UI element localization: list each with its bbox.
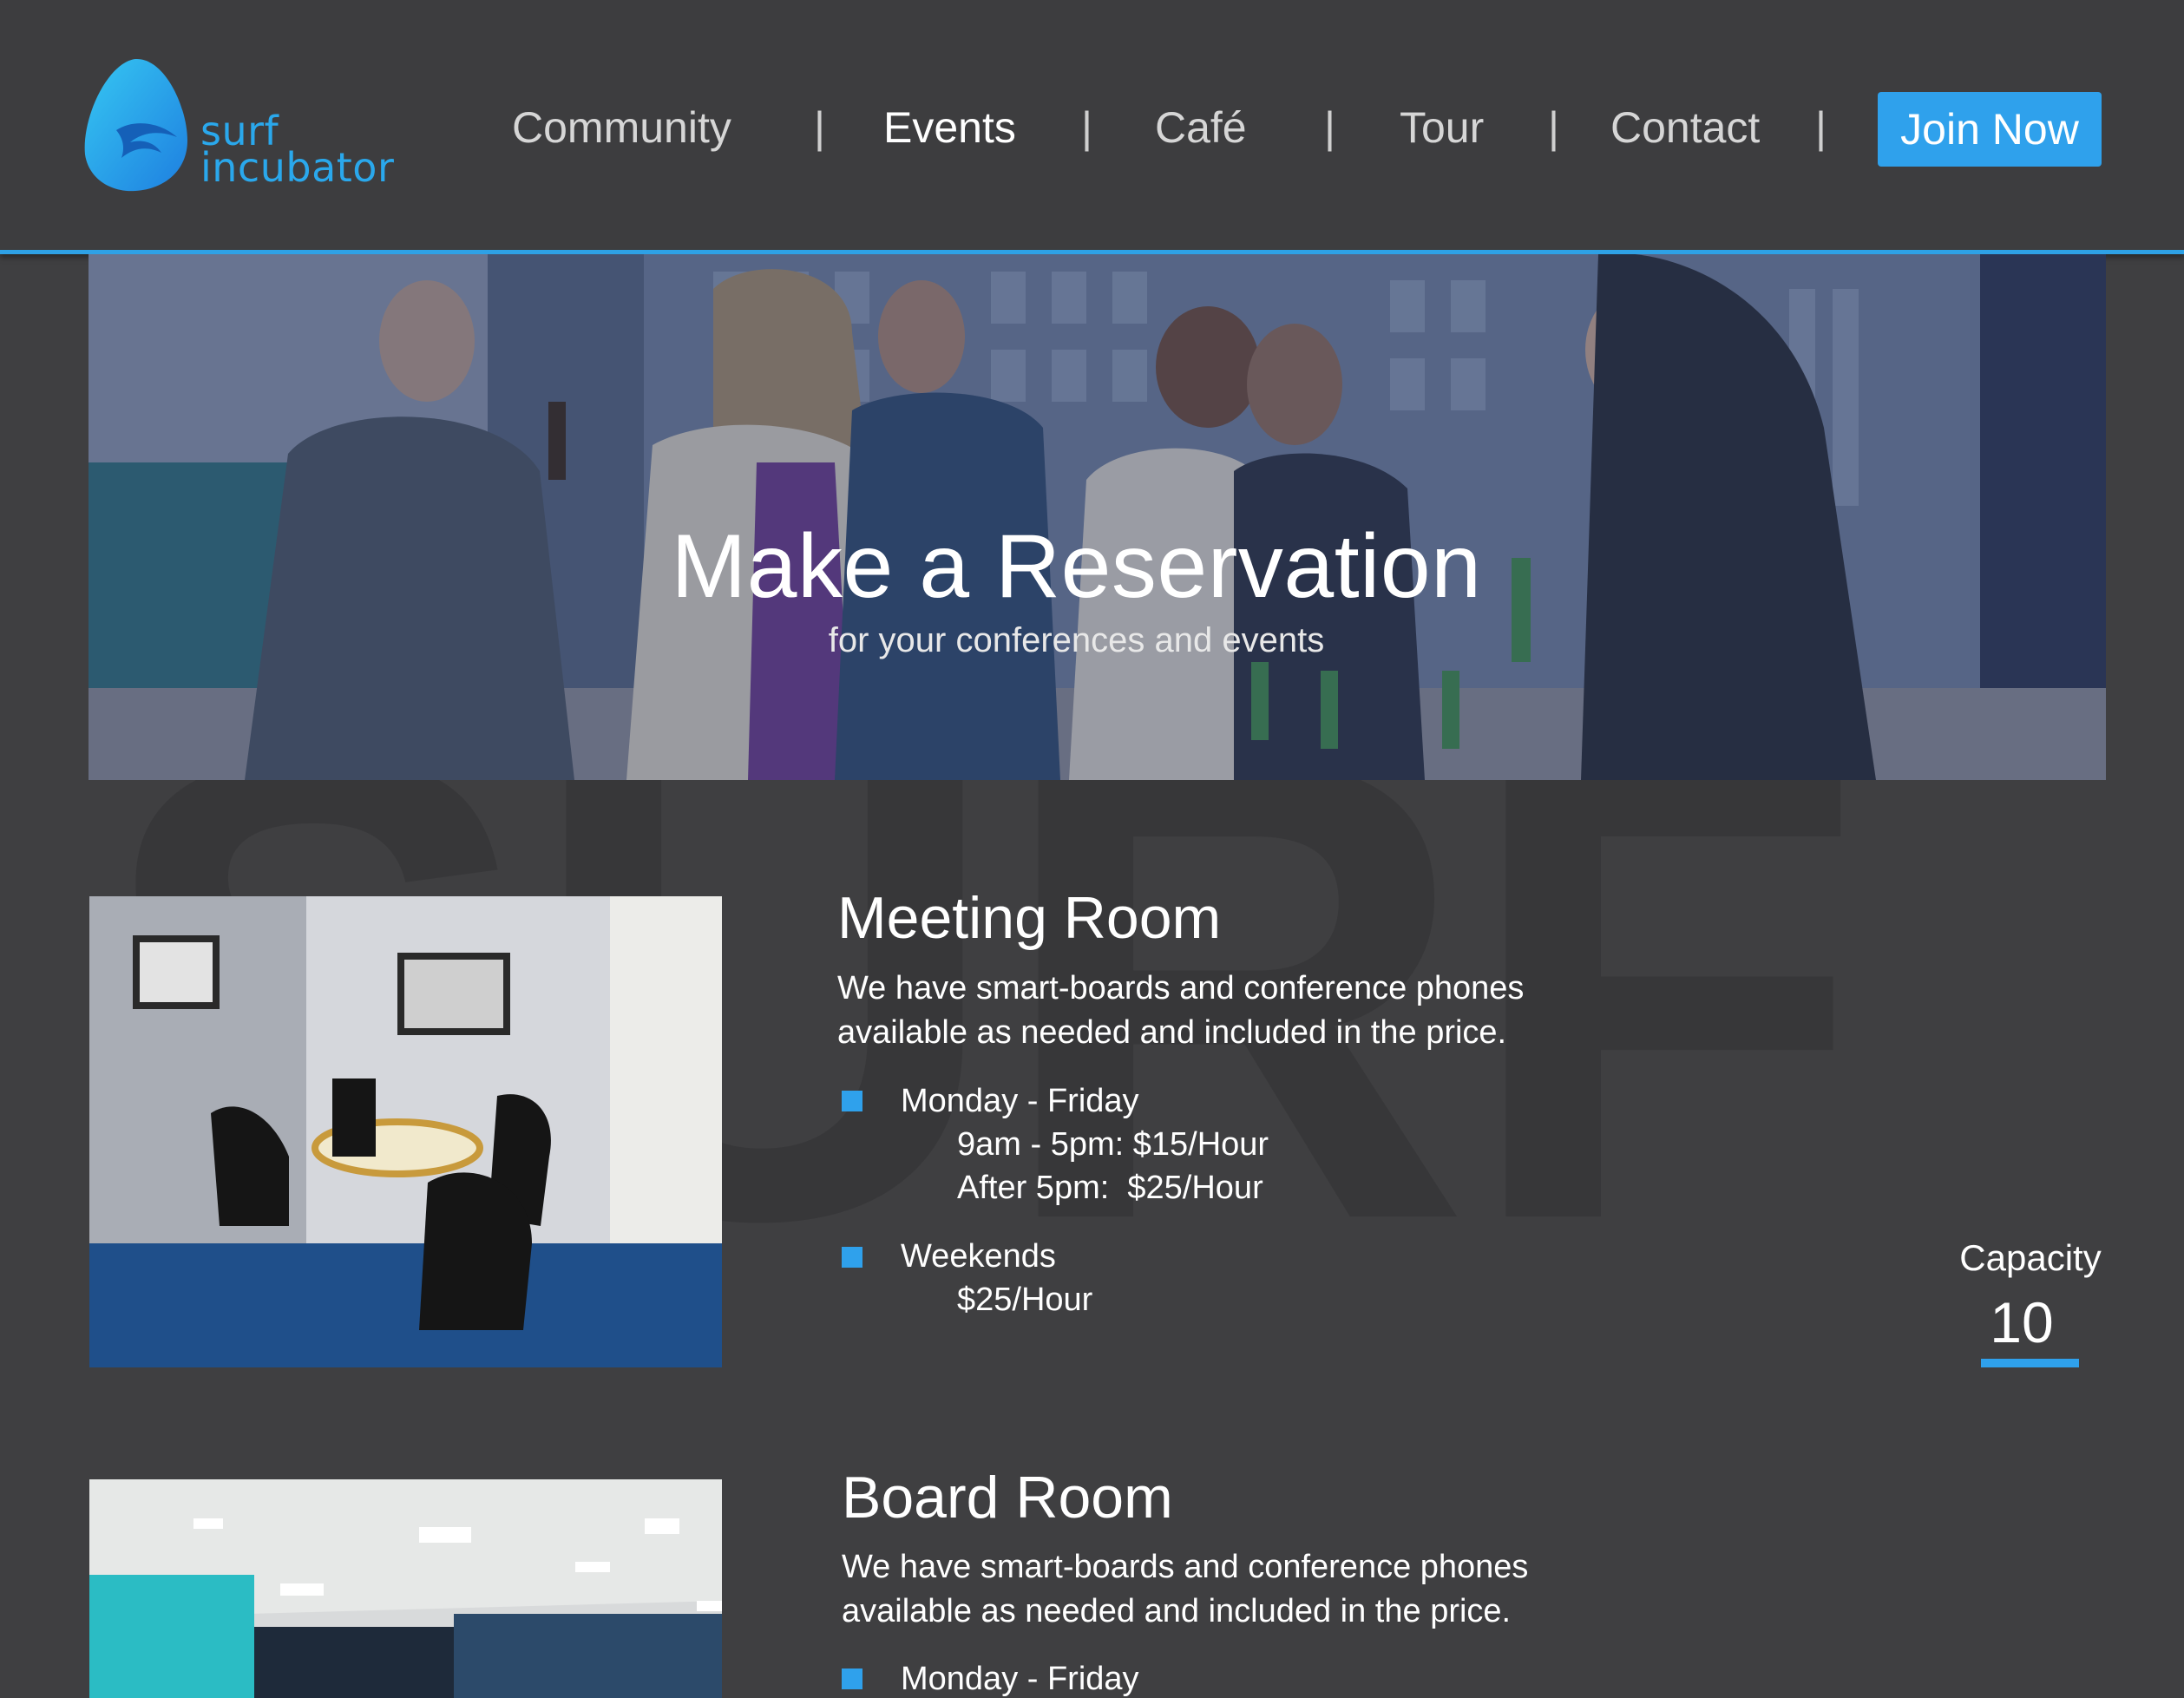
hero-subtitle: for your conferences and events <box>828 621 1325 659</box>
main-nav: Community | Events | Café | Tour | Conta… <box>0 97 2184 158</box>
schedule-bullet-icon <box>842 1668 862 1689</box>
capacity-label: Capacity <box>1959 1237 2102 1278</box>
nav-separator: | <box>1081 103 1092 152</box>
meeting-room-weekend-label: Weekends <box>901 1238 1056 1275</box>
board-room-title: Board Room <box>842 1465 1173 1531</box>
nav-cafe[interactable]: Café <box>1155 97 1247 158</box>
capacity-value: 10 <box>1990 1290 2054 1354</box>
nav-separator: | <box>1548 103 1559 152</box>
meeting-room-weekday-label: Monday - Friday <box>901 1083 1139 1119</box>
nav-tour[interactable]: Tour <box>1400 97 1484 158</box>
nav-separator: | <box>1324 103 1335 152</box>
site-header: surf incubator Community | Events | Café… <box>0 0 2184 254</box>
meeting-room-photo <box>89 896 722 1367</box>
schedule-bullet-icon <box>842 1247 862 1268</box>
join-now-button[interactable]: Join Now <box>1878 92 2102 167</box>
capacity-underline <box>1981 1359 2079 1367</box>
board-room-weekday-label: Monday - Friday <box>901 1661 1139 1697</box>
meeting-room-title: Meeting Room <box>837 885 1222 951</box>
nav-community[interactable]: Community <box>512 97 731 158</box>
meeting-room-description-line: We have smart-boards and conference phon… <box>837 970 1525 1006</box>
meeting-room-weekday-rate: 9am - 5pm: $15/Hour <box>957 1126 1269 1163</box>
schedule-bullet-icon <box>842 1091 862 1111</box>
meeting-room-image <box>89 896 722 1367</box>
nav-separator: | <box>1815 103 1827 152</box>
hero-title: Make a Reservation <box>671 516 1482 617</box>
meeting-room-weekend-rate: $25/Hour <box>957 1282 1093 1318</box>
nav-events[interactable]: Events <box>883 97 1016 158</box>
hero-banner: Make a Reservation for your conferences … <box>89 254 2106 780</box>
board-room-photo <box>89 1479 722 1698</box>
meeting-room-description: We have smart-boards and conference phon… <box>837 967 1618 1055</box>
board-room-description-line: available as needed and included in the … <box>842 1593 1512 1629</box>
nav-separator: | <box>814 103 825 152</box>
meeting-room-weekday-rate: After 5pm: $25/Hour <box>957 1170 1263 1206</box>
board-room-description: We have smart-boards and conference phon… <box>842 1545 1623 1634</box>
page: SURF surf incubator Community | Events |… <box>0 0 2184 1698</box>
nav-contact[interactable]: Contact <box>1610 97 1760 158</box>
board-room-description-line: We have smart-boards and conference phon… <box>842 1549 1529 1585</box>
meeting-room-description-line: available as needed and included in the … <box>837 1014 1507 1051</box>
board-room-image <box>89 1479 722 1698</box>
